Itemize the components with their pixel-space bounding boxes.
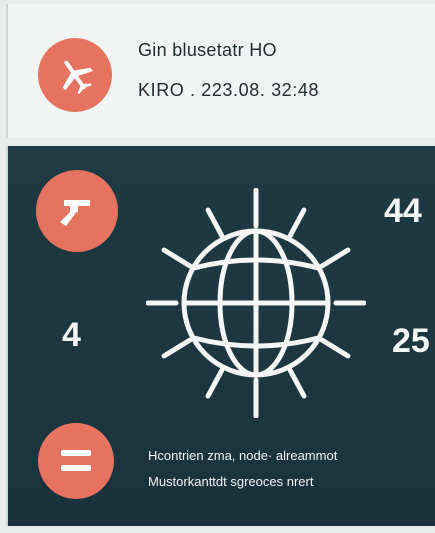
stat-value-top: 44 [384,192,422,230]
stat-value-right: 25 [392,322,430,360]
wrench-glyph [60,200,90,226]
header-card: Gin blusetatr HO KIRO . 223.08. 32:48 [6,4,435,138]
dashboard-panel: 44 4 25 Hcontrien zma, node· alreammot M… [6,146,435,526]
globe-icon[interactable] [145,187,367,419]
globe-glyph [145,187,367,419]
wrench-icon[interactable] [36,170,118,252]
stat-value-left: 4 [62,316,81,354]
menu-glyph [61,450,91,471]
airplane-icon[interactable] [38,38,112,112]
app-screen: Gin blusetatr HO KIRO . 223.08. 32:48 44… [0,0,435,533]
header-title: Gin blusetatr HO [138,40,277,60]
panel-text-line2: Mustorkanttdt sgreoces nrert [148,474,314,489]
airplane-glyph [62,60,93,95]
menu-icon[interactable] [38,423,114,499]
panel-text-line1: Hcontrien zma, node· alreammot [148,448,338,463]
header-subtitle: KIRO . 223.08. 32:48 [138,80,320,100]
